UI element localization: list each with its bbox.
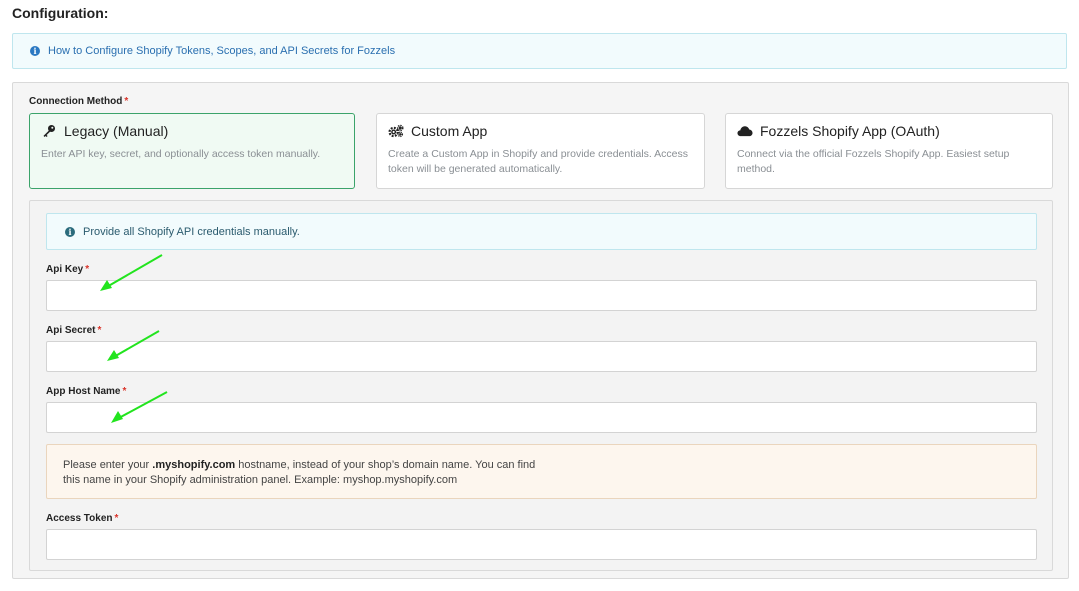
notice-prefix: Please enter your (63, 459, 153, 471)
method-title: Fozzels Shopify App (OAuth) (760, 123, 940, 139)
api-secret-input[interactable] (46, 341, 1037, 372)
method-card-legacy[interactable]: Legacy (Manual) Enter API key, secret, a… (29, 113, 355, 189)
method-description: Connect via the official Fozzels Shopify… (737, 148, 1010, 175)
method-title: Legacy (Manual) (64, 123, 169, 139)
gears-icon (388, 124, 404, 138)
access-token-label: Access Token * (46, 513, 118, 524)
api-key-label: Api Key * (46, 264, 89, 275)
legacy-credentials-section: i Provide all Shopify API credentials ma… (29, 200, 1053, 571)
notice-suffix: hostname, instead of your shop’s domain … (235, 459, 536, 471)
method-card-custom-app[interactable]: Custom App Create a Custom App in Shopif… (376, 113, 705, 189)
method-description: Enter API key, secret, and optionally ac… (41, 148, 321, 160)
legacy-info-text: Provide all Shopify API credentials manu… (83, 225, 300, 238)
required-mark: * (85, 264, 90, 275)
notice-line2: this name in your Shopify administration… (63, 474, 458, 486)
app-host-name-input[interactable] (46, 402, 1037, 433)
api-key-input[interactable] (46, 280, 1037, 311)
info-icon: i (30, 46, 40, 56)
page-title: Configuration: (12, 5, 109, 21)
required-mark: * (114, 513, 119, 524)
cloud-icon (737, 124, 753, 138)
access-token-input[interactable] (46, 529, 1037, 560)
api-key-label-text: Api Key (46, 264, 84, 275)
method-description: Create a Custom App in Shopify and provi… (388, 148, 688, 175)
connection-method-label: Connection Method * (29, 96, 128, 107)
access-token-label-text: Access Token (46, 513, 113, 524)
method-title: Custom App (411, 123, 488, 139)
annotation-arrow-icon (100, 254, 163, 291)
info-icon: i (65, 226, 75, 237)
required-mark: * (97, 325, 102, 336)
key-icon (41, 124, 57, 138)
api-secret-label-text: Api Secret (46, 325, 96, 336)
notice-emphasis: .myshopify.com (152, 459, 236, 471)
help-banner: i How to Configure Shopify Tokens, Scope… (12, 33, 1067, 69)
connection-method-label-text: Connection Method (29, 96, 123, 107)
required-mark: * (124, 96, 129, 107)
help-link[interactable]: How to Configure Shopify Tokens, Scopes,… (48, 45, 395, 57)
api-secret-label: Api Secret * (46, 325, 101, 336)
configuration-panel: Connection Method * Legacy (Manual) Enter… (12, 82, 1069, 579)
annotation-arrow-icon (107, 330, 160, 361)
legacy-info-alert: i Provide all Shopify API credentials ma… (46, 213, 1037, 250)
hostname-notice: Please enter your .myshopify.com hostnam… (46, 444, 1037, 499)
annotation-arrow-icon (111, 391, 168, 423)
method-card-oauth[interactable]: Fozzels Shopify App (OAuth) Connect via … (725, 113, 1053, 189)
